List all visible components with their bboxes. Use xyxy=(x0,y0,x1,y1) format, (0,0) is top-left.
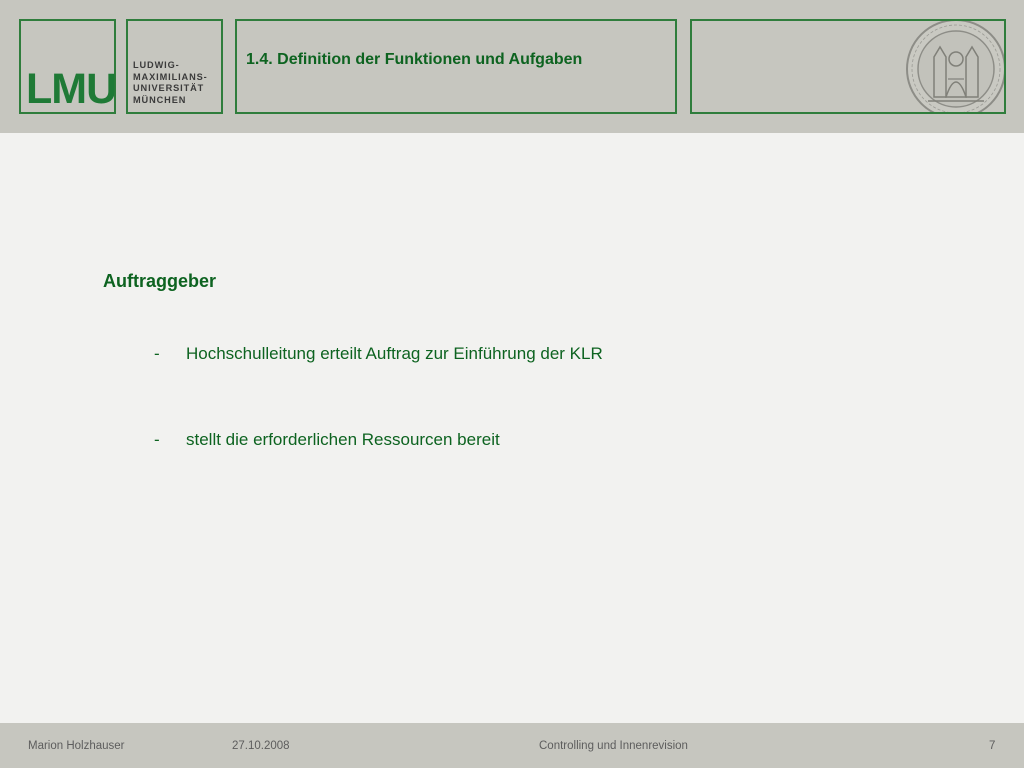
bullet-marker: - xyxy=(154,344,160,363)
university-name-line: MAXIMILIANS- xyxy=(133,71,208,82)
slide-header: LMU LUDWIG- MAXIMILIANS- UNIVERSITÄT MÜN… xyxy=(0,0,1024,133)
list-item: - stellt die erforderlichen Ressourcen be… xyxy=(154,430,500,450)
bullet-text: Hochschulleitung erteilt Auftrag zur Ein… xyxy=(186,344,603,363)
seal-box xyxy=(690,19,1006,114)
footer-course: Controlling und Innenrevision xyxy=(539,740,688,752)
university-name-line: LUDWIG- xyxy=(133,60,180,70)
university-name-line: UNIVERSITÄT xyxy=(133,83,205,94)
lmu-logo: LMU xyxy=(26,65,117,113)
bullet-marker: - xyxy=(154,430,160,449)
title-box: 1.4. Definition der Funktionen und Aufga… xyxy=(235,19,677,114)
page-number: 7 xyxy=(989,740,996,752)
lmu-logo-box: LMU xyxy=(19,19,117,114)
slide-footer: Marion Holzhauser 27.10.2008 Controlling… xyxy=(0,723,1024,768)
university-seal-icon xyxy=(906,21,1004,112)
footer-date: 27.10.2008 xyxy=(232,740,290,752)
bullet-text: stellt die erforderlichen Ressourcen ber… xyxy=(186,430,500,449)
university-name-line: MÜNCHEN xyxy=(133,94,187,105)
university-name: LUDWIG- MAXIMILIANS- UNIVERSITÄT MÜNCHEN xyxy=(133,60,208,106)
slide-title: 1.4. Definition der Funktionen und Aufga… xyxy=(246,51,583,68)
list-item: - Hochschulleitung erteilt Auftrag zur Ei… xyxy=(154,344,603,364)
footer-author: Marion Holzhauser xyxy=(28,740,125,752)
university-name-box: LUDWIG- MAXIMILIANS- UNIVERSITÄT MÜNCHEN xyxy=(126,19,223,114)
section-heading: Auftraggeber xyxy=(103,271,217,291)
